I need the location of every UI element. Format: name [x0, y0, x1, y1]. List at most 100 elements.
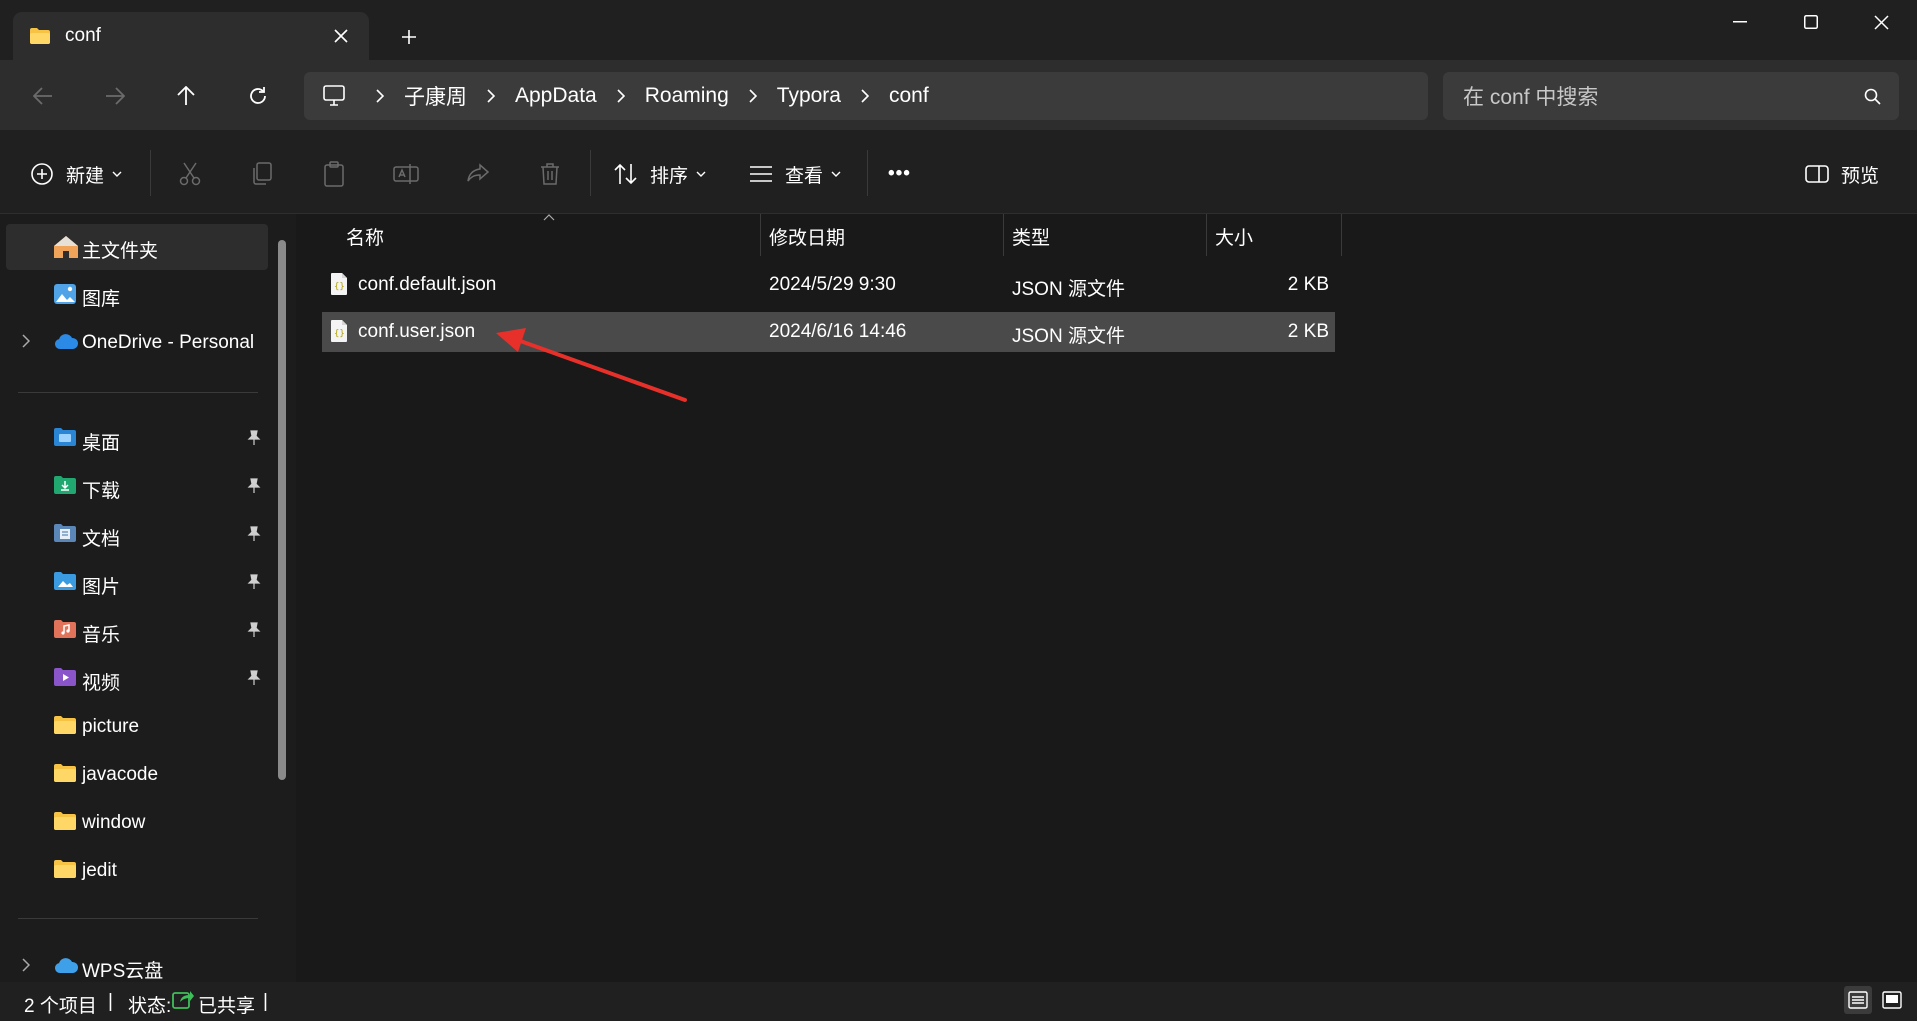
sidebar-item-label: WPS云盘 [82, 961, 164, 982]
sort-button[interactable]: 排序 [614, 150, 706, 198]
breadcrumb-item-user[interactable]: 子康周 [404, 81, 467, 111]
file-row[interactable]: {} conf.default.json 2024/5/29 9:30 JSON… [322, 265, 1335, 305]
sidebar-item-music[interactable]: 音乐 [6, 608, 268, 654]
column-header-date[interactable]: 修改日期 [769, 216, 845, 256]
forward-icon[interactable] [93, 74, 137, 118]
pictures-folder-icon [53, 571, 79, 595]
sidebar-item-label: OneDrive - Personal [82, 332, 255, 353]
file-size: 2 KB [1287, 321, 1329, 342]
column-header-type[interactable]: 类型 [1012, 216, 1050, 256]
sidebar-scrollbar[interactable] [278, 240, 286, 780]
sidebar-item-documents[interactable]: 文档 [6, 512, 268, 558]
sidebar-item-home[interactable]: 主文件夹 [6, 224, 268, 270]
close-window-icon[interactable] [1845, 0, 1917, 44]
documents-folder-icon [53, 523, 79, 547]
search-input[interactable]: 在 conf 中搜索 [1463, 81, 1864, 111]
cut-icon[interactable] [166, 150, 214, 198]
divider [590, 150, 591, 196]
status-divider: | [263, 991, 268, 1012]
refresh-icon[interactable] [236, 74, 280, 118]
pin-icon[interactable] [247, 622, 261, 638]
status-value: 已共享 [198, 996, 256, 1017]
minimize-icon[interactable] [1704, 0, 1776, 44]
sidebar-item-gallery[interactable]: 图库 [6, 272, 268, 318]
sort-arrow-icon [543, 214, 555, 221]
preview-button[interactable]: 预览 [1805, 150, 1879, 198]
new-label: 新建 [66, 165, 105, 187]
sidebar-item-label: 下载 [82, 481, 121, 502]
details-view-icon[interactable] [1844, 986, 1872, 1014]
breadcrumb-item-typora[interactable]: Typora [777, 84, 841, 108]
sidebar-item-label: 文档 [82, 529, 121, 550]
status-label: 状态: [128, 996, 172, 1017]
paste-icon[interactable] [310, 150, 358, 198]
chevron-right-icon [376, 89, 384, 103]
column-divider[interactable] [1003, 214, 1004, 256]
folder-icon [53, 811, 79, 835]
new-tab-button[interactable] [394, 22, 424, 52]
chevron-right-icon [861, 89, 869, 103]
sidebar-item-label: jedit [82, 860, 117, 881]
divider [18, 392, 258, 393]
chevron-down-icon [112, 171, 122, 177]
sidebar-item-javacode[interactable]: javacode [6, 752, 268, 798]
pin-icon[interactable] [247, 526, 261, 542]
sidebar-item-desktop[interactable]: 桌面 [6, 416, 268, 462]
sidebar-item-picture[interactable]: picture [6, 704, 268, 750]
new-button[interactable]: 新建 [30, 150, 122, 198]
svg-text:{}: {} [334, 282, 345, 292]
column-header-name[interactable]: 名称 [346, 216, 384, 256]
pin-icon[interactable] [247, 670, 261, 686]
command-bar [0, 130, 1917, 214]
file-row-selected[interactable]: {} conf.user.json 2024/6/16 14:46 JSON 源… [322, 312, 1335, 352]
column-divider[interactable] [1341, 214, 1342, 256]
pin-icon[interactable] [247, 574, 261, 590]
sidebar-item-jedit[interactable]: jedit [6, 848, 268, 894]
sidebar-item-onedrive[interactable]: OneDrive - Personal [6, 320, 268, 366]
cloud-icon [53, 334, 79, 358]
breadcrumb-item-roaming[interactable]: Roaming [645, 84, 729, 108]
tiles-view-icon[interactable] [1878, 986, 1906, 1014]
search-box[interactable]: 在 conf 中搜索 [1443, 72, 1899, 120]
rename-icon[interactable] [382, 150, 430, 198]
maximize-icon[interactable] [1775, 0, 1847, 44]
delete-icon[interactable] [526, 150, 574, 198]
pin-icon[interactable] [247, 478, 261, 494]
up-icon[interactable] [164, 74, 208, 118]
breadcrumb: 子康周 AppData Roaming Typora conf [356, 81, 929, 111]
address-bar[interactable]: 子康周 AppData Roaming Typora conf [304, 72, 1428, 120]
sidebar-item-videos[interactable]: 视频 [6, 656, 268, 702]
tab-conf[interactable]: conf [13, 12, 369, 60]
sidebar-item-pictures[interactable]: 图片 [6, 560, 268, 606]
svg-text:{}: {} [334, 329, 345, 339]
sidebar-item-window[interactable]: window [6, 800, 268, 846]
chevron-right-icon[interactable] [22, 958, 30, 972]
pin-icon[interactable] [247, 430, 261, 446]
copy-icon[interactable] [238, 150, 286, 198]
back-icon[interactable] [21, 74, 65, 118]
view-button[interactable]: 查看 [749, 150, 841, 198]
sidebar-item-label: picture [82, 716, 140, 737]
sidebar-item-label: 主文件夹 [82, 241, 159, 262]
close-tab-icon[interactable] [329, 24, 353, 48]
more-icon: ••• [888, 163, 911, 184]
annotation-arrow-icon [490, 324, 690, 404]
sidebar-item-downloads[interactable]: 下载 [6, 464, 268, 510]
preview-label: 预览 [1841, 165, 1880, 187]
column-divider[interactable] [760, 214, 761, 256]
sidebar-item-label: 音乐 [82, 625, 121, 646]
tab-title: conf [65, 25, 101, 46]
more-options-button[interactable]: ••• [888, 150, 911, 198]
home-icon [53, 235, 79, 259]
folder-icon [53, 715, 79, 739]
chevron-right-icon[interactable] [22, 334, 30, 348]
downloads-folder-icon [53, 475, 79, 499]
breadcrumb-item-conf[interactable]: conf [889, 84, 929, 108]
file-date: 2024/6/16 14:46 [769, 321, 907, 342]
sidebar-item-label: 图片 [82, 577, 121, 598]
column-divider[interactable] [1206, 214, 1207, 256]
share-icon[interactable] [454, 150, 502, 198]
list-view-icon [749, 165, 773, 183]
column-header-size[interactable]: 大小 [1215, 216, 1253, 256]
breadcrumb-item-appdata[interactable]: AppData [515, 84, 597, 108]
